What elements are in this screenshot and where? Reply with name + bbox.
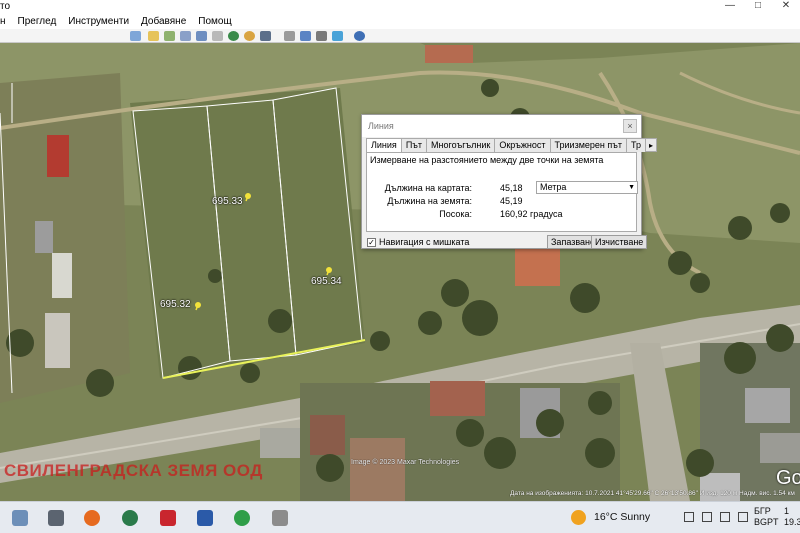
unit-select[interactable]: Метра ▼ <box>536 181 638 194</box>
tray-overflow-icon[interactable] <box>684 512 694 522</box>
ruler-icon[interactable] <box>284 31 295 41</box>
save-image-icon[interactable] <box>332 31 343 41</box>
weather-text[interactable]: 16°C Sunny <box>594 511 650 523</box>
google-earth-icon[interactable] <box>272 510 288 526</box>
path-icon[interactable] <box>180 31 191 41</box>
map-view[interactable]: 695.33 695.34 695.32 СВИЛЕНГРАДСКА ЗЕМЯ … <box>0 43 800 501</box>
mouse-navigation-label: Навигация с мишката <box>379 237 470 247</box>
language-line-1: БГР <box>754 506 771 516</box>
history-icon[interactable] <box>228 31 239 41</box>
ground-length-label: Дължина на земята: <box>387 196 472 206</box>
checkmark-icon[interactable]: ✓ <box>367 237 376 247</box>
title-bar: то — □ ✕ <box>0 0 800 14</box>
display-icon[interactable] <box>720 512 730 522</box>
clock-date: 19.3 <box>784 517 800 527</box>
minimize-icon[interactable]: — <box>716 0 744 14</box>
tab-3d-path[interactable]: Триизмерен път <box>549 138 627 152</box>
heading-label: Посока: <box>439 209 472 219</box>
map-status-line: Дата на изображенията: 10.7.2021 41°45'2… <box>510 490 795 497</box>
window-title: то <box>0 1 11 12</box>
tab-line[interactable]: Линия <box>366 138 402 153</box>
chevron-down-icon: ▼ <box>628 184 635 191</box>
google-logo: Go <box>776 467 800 489</box>
word-icon[interactable] <box>197 510 213 526</box>
map-length-label: Дължина на картата: <box>384 183 472 193</box>
tab-3d-polygon[interactable]: Тр <box>626 138 646 152</box>
mouse-navigation-checkbox[interactable]: ✓ Навигация с мишката <box>367 237 469 247</box>
menu-tools[interactable]: Инструменти <box>68 16 129 27</box>
overlay-icon[interactable] <box>196 31 207 41</box>
clear-button[interactable]: Изчистване <box>591 235 648 249</box>
language-line-2: BGPT <box>754 517 779 527</box>
parcel-label[interactable]: 695.32 <box>160 299 191 310</box>
firefox-icon[interactable] <box>84 510 100 526</box>
measure-description: Измерване на разстоянието между две точк… <box>370 155 604 165</box>
satellite-imagery <box>0 43 800 501</box>
email-icon[interactable] <box>300 31 311 41</box>
watermark: СВИЛЕНГРАДСКА ЗЕМЯ ООД <box>4 461 263 480</box>
menu-help[interactable]: Помощ <box>198 16 231 27</box>
unit-select-value: Метра <box>540 182 567 192</box>
toolbar <box>0 29 800 43</box>
map-length-value: 45,18 <box>500 183 523 193</box>
print-icon[interactable] <box>316 31 327 41</box>
taskbar: 16°C Sunny БГР BGPT 1 19.3 <box>0 501 800 533</box>
weather-sun-icon <box>571 510 586 525</box>
parcel-label[interactable]: 695.34 <box>311 276 342 287</box>
tab-circle[interactable]: Окръжност <box>494 138 551 152</box>
menu-file[interactable]: н <box>0 16 6 27</box>
menu-add[interactable]: Добавяне <box>141 16 186 27</box>
pen-app-icon[interactable] <box>12 510 28 526</box>
menu-view[interactable]: Преглед <box>18 16 57 27</box>
maximize-icon[interactable]: □ <box>744 0 772 14</box>
calculator-icon[interactable] <box>48 510 64 526</box>
placemark-icon[interactable] <box>148 31 159 41</box>
clock[interactable]: 1 19.3 <box>784 506 800 528</box>
close-icon[interactable]: ✕ <box>772 0 800 14</box>
sidebar-toggle-icon[interactable] <box>130 31 141 41</box>
imagery-copyright: Image © 2023 Maxar Technologies <box>351 459 460 466</box>
menu-bar: н Преглед Инструменти Добавяне Помощ <box>0 14 800 29</box>
clock-time: 1 <box>784 506 790 516</box>
close-icon[interactable]: × <box>623 119 637 133</box>
polygon-icon[interactable] <box>164 31 175 41</box>
pdf-reader-icon[interactable] <box>160 510 176 526</box>
record-tour-icon[interactable] <box>212 31 223 41</box>
chrome-icon[interactable] <box>234 510 250 526</box>
tab-path[interactable]: Път <box>400 138 428 152</box>
tab-polygon[interactable]: Многоъгълник <box>426 138 496 152</box>
volume-icon[interactable] <box>738 512 748 522</box>
globe-icon[interactable] <box>122 510 138 526</box>
line-panel: Измерване на разстоянието между две точк… <box>366 152 638 232</box>
network-icon[interactable] <box>702 512 712 522</box>
ruler-dialog: Линия × Линия Път Многоъгълник Окръжност… <box>361 114 658 249</box>
maps-icon[interactable] <box>354 31 365 41</box>
planets-icon[interactable] <box>260 31 271 41</box>
ground-length-value: 45,19 <box>500 196 523 206</box>
language-indicator[interactable]: БГР BGPT <box>754 506 779 528</box>
sun-icon[interactable] <box>244 31 255 41</box>
parcel-label[interactable]: 695.33 <box>212 196 243 207</box>
heading-value: 160,92 градуса <box>500 209 563 219</box>
tab-scroll-right-icon[interactable]: ▸ <box>645 138 658 152</box>
tab-bar: Линия Път Многоъгълник Окръжност Триизме… <box>366 138 658 153</box>
dialog-title: Линия <box>362 115 641 137</box>
